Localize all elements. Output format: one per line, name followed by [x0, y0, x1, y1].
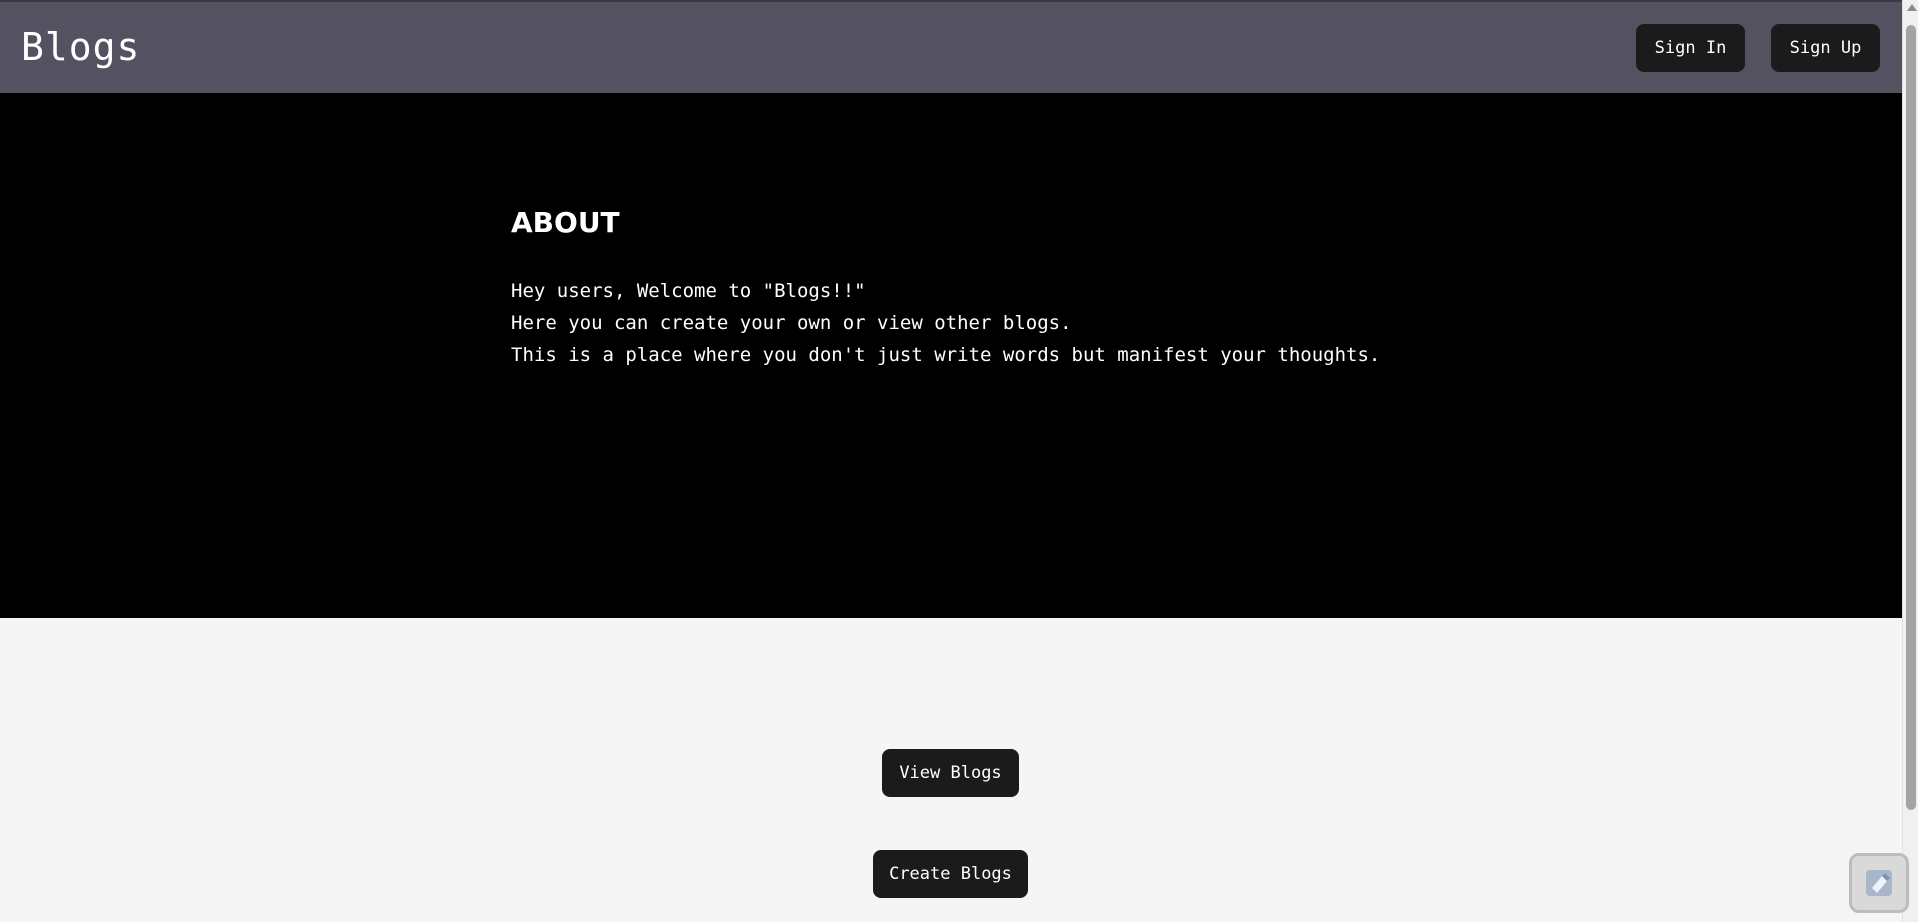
vertical-scrollbar[interactable]: [1902, 0, 1918, 922]
sign-in-button[interactable]: Sign In: [1636, 24, 1745, 72]
chevron-up-icon[interactable]: [1907, 4, 1917, 11]
create-blogs-button[interactable]: Create Blogs: [873, 850, 1028, 898]
page: Blogs Sign In Sign Up ABOUT Hey users, W…: [0, 0, 1918, 922]
about-text-line: This is a place where you don't just wri…: [511, 344, 1381, 366]
floating-extension-button[interactable]: [1849, 853, 1909, 913]
about-text-line: Here you can create your own or view oth…: [511, 312, 1072, 334]
navbar: Blogs Sign In Sign Up: [0, 2, 1902, 93]
about-section: ABOUT Hey users, Welcome to "Blogs!!" He…: [0, 93, 1902, 618]
actions-section: View Blogs Create Blogs: [0, 618, 1902, 922]
scrollbar-thumb[interactable]: [1906, 25, 1916, 810]
view-blogs-button[interactable]: View Blogs: [882, 749, 1019, 797]
viewport: Blogs Sign In Sign Up ABOUT Hey users, W…: [0, 0, 1902, 922]
about-title: ABOUT: [511, 206, 620, 239]
brand-logo[interactable]: Blogs: [21, 24, 140, 70]
about-text-line: Hey users, Welcome to "Blogs!!": [511, 280, 866, 302]
edit-extension-icon: [1866, 870, 1892, 896]
sign-up-button[interactable]: Sign Up: [1771, 24, 1880, 72]
